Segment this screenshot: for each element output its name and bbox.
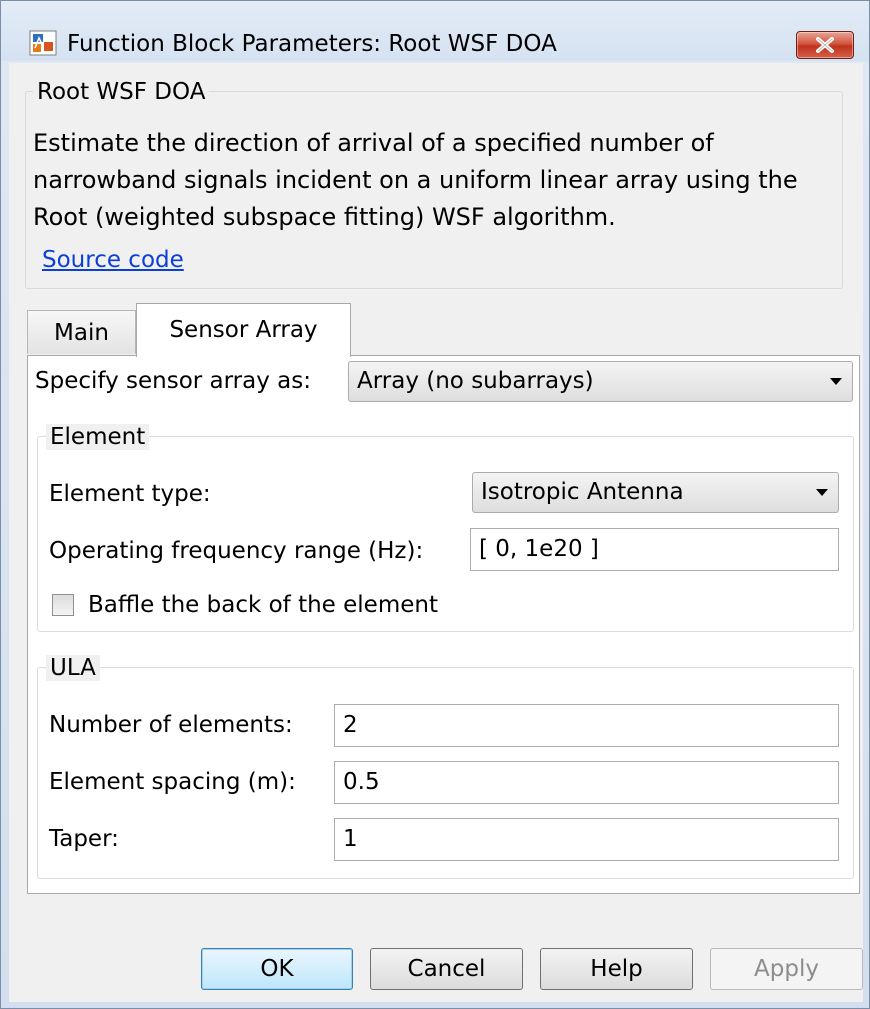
element-type-label: Element type: bbox=[49, 481, 211, 507]
description-line: narrowband signals incident on a uniform… bbox=[33, 166, 798, 194]
description-line: Root (weighted subspace fitting) WSF alg… bbox=[33, 203, 616, 231]
description-line: Estimate the direction of arrival of a s… bbox=[33, 129, 714, 157]
dialog-window: Function Block Parameters: Root WSF DOA … bbox=[0, 0, 870, 1009]
dialog-client-area: Root WSF DOA Estimate the direction of a… bbox=[9, 63, 863, 1002]
number-of-elements-label: Number of elements: bbox=[49, 712, 293, 738]
close-icon bbox=[816, 37, 834, 53]
element-type-value: Isotropic Antenna bbox=[481, 479, 684, 505]
simulink-block-icon bbox=[29, 30, 57, 56]
element-spacing-field[interactable]: 0.5 bbox=[334, 761, 839, 804]
operating-frequency-field[interactable]: [ 0, 1e20 ] bbox=[470, 528, 839, 571]
ula-group-title: ULA bbox=[46, 655, 100, 681]
block-description: Estimate the direction of arrival of a s… bbox=[33, 125, 853, 236]
close-button[interactable] bbox=[796, 31, 854, 59]
sensor-array-panel: Specify sensor array as: Array (no subar… bbox=[27, 355, 860, 894]
specify-sensor-array-dropdown[interactable]: Array (no subarrays) bbox=[348, 361, 853, 402]
tab-sensor-array[interactable]: Sensor Array bbox=[136, 303, 351, 357]
tab-main[interactable]: Main bbox=[27, 310, 136, 354]
apply-button[interactable]: Apply bbox=[710, 948, 863, 990]
specify-sensor-array-label: Specify sensor array as: bbox=[35, 368, 311, 394]
taper-field[interactable]: 1 bbox=[334, 818, 839, 861]
chevron-down-icon bbox=[830, 377, 842, 385]
element-spacing-label: Element spacing (m): bbox=[49, 769, 296, 795]
element-group-title: Element bbox=[46, 424, 150, 450]
element-type-dropdown[interactable]: Isotropic Antenna bbox=[472, 472, 839, 513]
number-of-elements-field[interactable]: 2 bbox=[334, 704, 839, 747]
window-title: Function Block Parameters: Root WSF DOA bbox=[67, 31, 557, 57]
baffle-label: Baffle the back of the element bbox=[88, 592, 438, 618]
title-bar[interactable]: Function Block Parameters: Root WSF DOA bbox=[1, 1, 869, 61]
description-group-title: Root WSF DOA bbox=[33, 79, 210, 105]
help-button[interactable]: Help bbox=[540, 948, 693, 990]
ok-button[interactable]: OK bbox=[201, 948, 353, 990]
baffle-checkbox[interactable] bbox=[52, 594, 74, 616]
taper-label: Taper: bbox=[49, 826, 119, 852]
source-code-link[interactable]: Source code bbox=[42, 247, 184, 273]
operating-frequency-label: Operating frequency range (Hz): bbox=[49, 538, 424, 564]
cancel-button[interactable]: Cancel bbox=[370, 948, 523, 990]
specify-sensor-array-value: Array (no subarrays) bbox=[357, 368, 594, 394]
chevron-down-icon bbox=[816, 488, 828, 496]
